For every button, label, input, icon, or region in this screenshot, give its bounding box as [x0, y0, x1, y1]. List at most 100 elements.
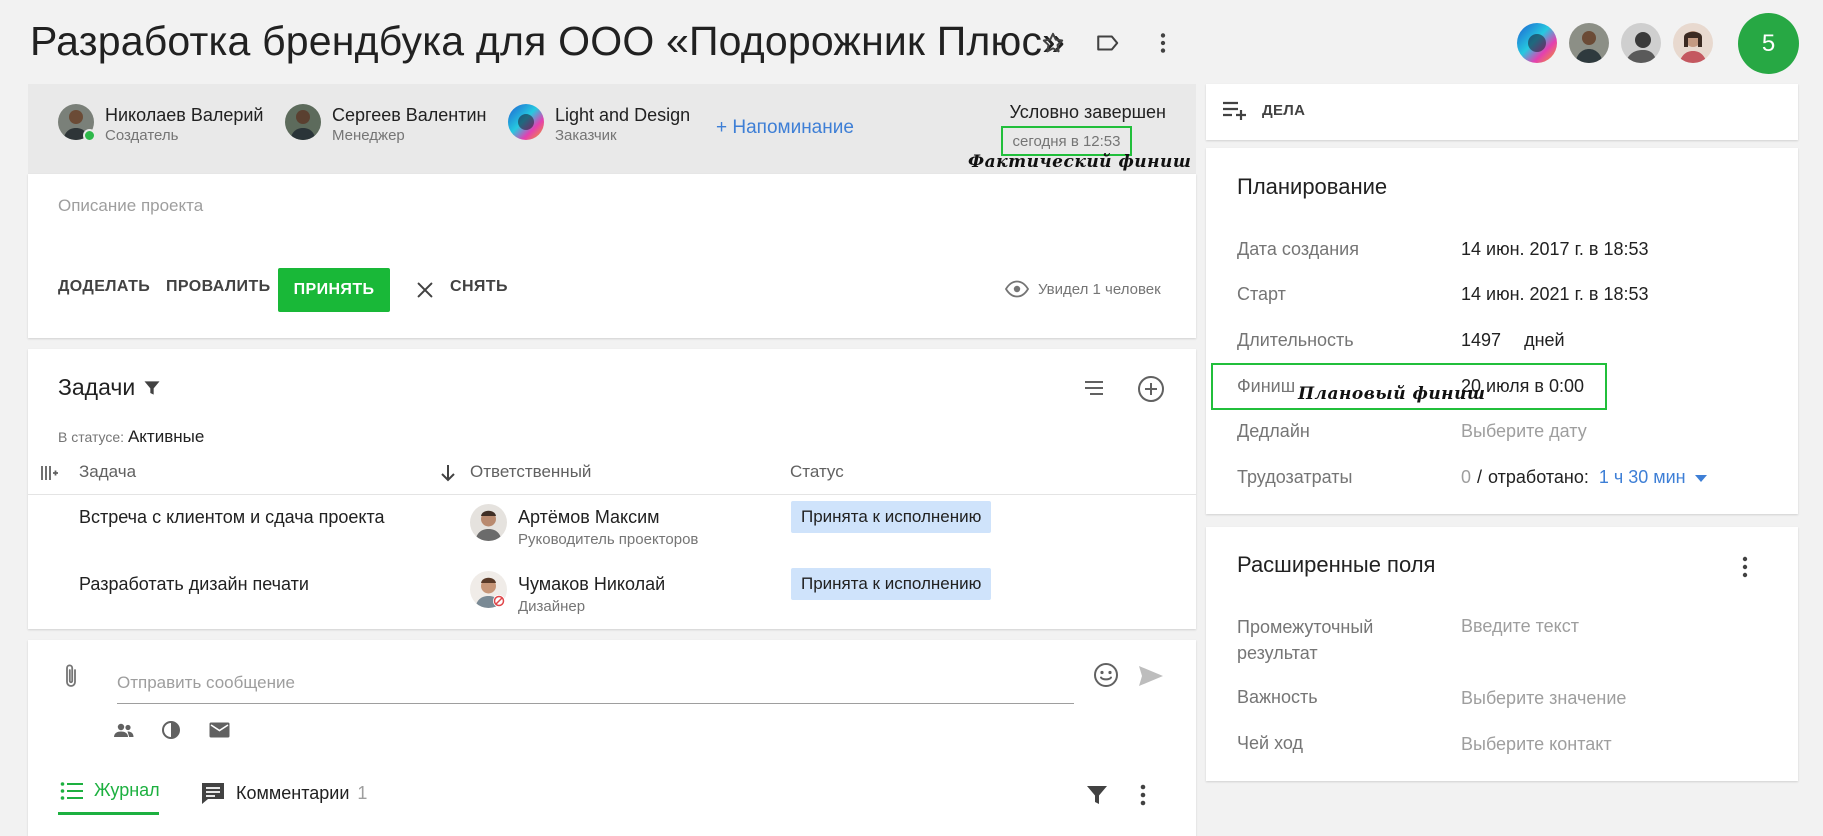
arrow-down-icon[interactable] [439, 463, 457, 483]
active-tab-indicator [58, 812, 159, 815]
responsible-role: Дизайнер [518, 598, 586, 615]
add-reminder-link[interactable]: + Напоминание [716, 117, 854, 139]
participant-avatar[interactable] [1621, 23, 1661, 63]
filter-icon[interactable] [142, 378, 162, 398]
column-settings-icon[interactable] [40, 464, 58, 482]
participant-customer[interactable]: Light and Design Заказчик [508, 104, 690, 146]
participant-creator[interactable]: Николаев Валерий Создатель [58, 104, 263, 146]
online-status-icon [83, 129, 96, 142]
duration-value[interactable]: 1497 дней [1461, 330, 1565, 351]
participant-avatar[interactable] [1569, 23, 1609, 63]
status-badge[interactable]: Принята к исполнению [791, 501, 992, 533]
task-name[interactable]: Разработать дизайн печати [79, 574, 309, 595]
deadline-value[interactable]: Выберите дату [1461, 421, 1587, 442]
avatar [470, 571, 507, 608]
send-icon[interactable] [1137, 664, 1165, 688]
duration-number: 1497 [1461, 330, 1502, 350]
filter-icon[interactable] [1085, 783, 1109, 807]
emoji-icon[interactable] [1093, 662, 1119, 688]
status-badge[interactable]: Принята к исполнению [791, 568, 992, 600]
accept-button[interactable]: ПРИНЯТЬ [278, 268, 390, 312]
eye-icon [1005, 280, 1029, 298]
seen-by: Увидел 1 человек [1005, 280, 1161, 298]
comments-count: 1 [357, 782, 368, 803]
effort-planned[interactable]: 0 [1461, 467, 1471, 488]
avatar [285, 104, 321, 140]
more-vert-icon[interactable] [1148, 28, 1178, 58]
participant-role: Создатель [105, 127, 179, 144]
participant-name: Сергеев Валентин [332, 105, 487, 125]
project-description-placeholder[interactable]: Описание проекта [58, 196, 203, 216]
seen-count-text: Увидел 1 человек [1038, 280, 1161, 298]
contrast-icon[interactable] [161, 720, 181, 740]
avatar [508, 104, 544, 140]
planning-title: Планирование [1237, 174, 1388, 199]
participant-role: Заказчик [555, 127, 617, 144]
deadline-label: Дедлайн [1237, 421, 1310, 441]
more-vert-icon[interactable] [1131, 782, 1155, 808]
participant-avatar[interactable] [1517, 23, 1557, 63]
label-icon[interactable] [1093, 28, 1123, 58]
effort-separator: / [1477, 467, 1483, 487]
task-filter-state[interactable]: В статусе: Активные [58, 427, 204, 447]
fact-finish-annotation: Фактический финиш [968, 152, 1192, 172]
add-task-icon[interactable] [1137, 375, 1165, 403]
tab-journal[interactable]: Журнал [60, 780, 160, 801]
page-title: Разработка брендбука для ООО «Подорожник… [30, 18, 1066, 64]
field-label: Промежуточный результат [1237, 617, 1374, 663]
effort-value[interactable]: 0 / отработано: 1 ч 30 мин [1461, 467, 1708, 488]
participant-manager[interactable]: Сергеев Валентин Менеджер [285, 104, 487, 146]
field-contact-select[interactable]: Выберите контакт [1461, 734, 1612, 755]
effort-label: Трудозатраты [1237, 467, 1353, 487]
star-icon[interactable] [1038, 28, 1068, 58]
column-header-responsible[interactable]: Ответственный [470, 462, 591, 482]
task-name[interactable]: Встреча с клиентом и сдача проекта [79, 507, 385, 528]
redo-button[interactable]: ДОДЕЛАТЬ [58, 278, 150, 296]
message-input[interactable] [117, 662, 1074, 704]
playlist-add-icon [1222, 100, 1248, 120]
participant-name: Николаев Валерий [105, 105, 264, 125]
duration-label: Длительность [1237, 330, 1354, 350]
tab-comments-label: Комментарии [236, 782, 350, 803]
start-label: Старт [1237, 284, 1286, 304]
comments-icon [200, 780, 226, 806]
field-input[interactable]: Введите текст [1461, 616, 1579, 637]
created-value: 14 июн. 2017 г. в 18:53 [1461, 239, 1649, 259]
effort-done-value[interactable]: 1 ч 30 мин [1599, 467, 1686, 488]
project-status: Условно завершен [1009, 102, 1167, 122]
email-icon[interactable] [209, 722, 230, 738]
column-header-status[interactable]: Статус [790, 462, 844, 482]
participant-role: Менеджер [332, 127, 405, 144]
finish-label: Финиш [1237, 376, 1296, 396]
start-value[interactable]: 14 июн. 2021 г. в 18:53 [1461, 284, 1649, 305]
tab-comments[interactable]: Комментарии 1 [200, 780, 367, 806]
remove-button[interactable]: СНЯТЬ [450, 278, 508, 296]
more-vert-icon[interactable] [1733, 554, 1757, 580]
field-label: Важность [1237, 687, 1318, 707]
avatar [58, 104, 96, 142]
effort-done-label: отработано: [1488, 467, 1589, 487]
avatar [470, 504, 507, 541]
field-select[interactable]: Выберите значение [1461, 688, 1626, 709]
participants-counter[interactable]: 5 [1738, 13, 1799, 74]
responsible-name[interactable]: Артёмов Максим [518, 507, 660, 528]
tab-journal-label: Журнал [94, 780, 160, 800]
column-header-task[interactable]: Задача [79, 462, 136, 482]
dropdown-arrow-icon[interactable] [1694, 473, 1708, 483]
plan-finish-annotation: Плановый финиш [1298, 384, 1486, 404]
created-label: Дата создания [1237, 239, 1359, 259]
responsible-role: Руководитель проекторов [518, 531, 699, 548]
deals-button[interactable]: ДЕЛА [1222, 100, 1305, 120]
close-icon[interactable] [414, 279, 436, 301]
filter-label: В статусе: [58, 429, 125, 445]
tasks-title: Задачи [58, 374, 136, 400]
sort-lines-icon[interactable] [1082, 378, 1106, 398]
list-icon [60, 781, 84, 801]
participant-avatar[interactable] [1673, 23, 1713, 63]
fail-button[interactable]: ПРОВАЛИТЬ [166, 278, 271, 296]
duration-unit: дней [1524, 330, 1565, 350]
field-label: Чей ход [1237, 733, 1303, 753]
attach-icon[interactable] [60, 662, 82, 690]
responsible-name[interactable]: Чумаков Николай [518, 574, 665, 595]
recipients-icon[interactable] [113, 721, 135, 739]
